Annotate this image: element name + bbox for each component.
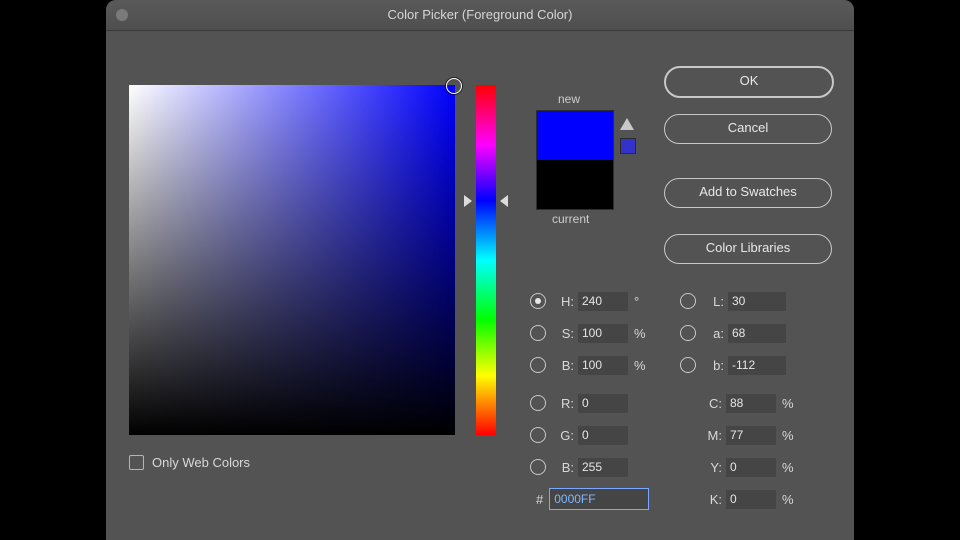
color-picker-dialog: Color Picker (Foreground Color) new curr… xyxy=(106,0,854,540)
close-icon[interactable] xyxy=(116,9,128,21)
brightness-row: B: % xyxy=(530,354,646,376)
saturation-unit: % xyxy=(634,326,646,341)
hue-slider[interactable] xyxy=(476,85,496,435)
only-web-colors-checkbox[interactable]: Only Web Colors xyxy=(129,455,250,470)
saturation-input[interactable] xyxy=(578,324,628,343)
hue-input[interactable] xyxy=(578,292,628,311)
lab-b-radio[interactable] xyxy=(680,357,696,373)
green-radio[interactable] xyxy=(530,427,546,443)
blue-input[interactable] xyxy=(578,458,628,477)
lab-a-label: a: xyxy=(702,326,724,341)
lab-b-label: b: xyxy=(702,358,724,373)
yellow-unit: % xyxy=(782,460,794,475)
brightness-label: B: xyxy=(552,358,574,373)
ok-button[interactable]: OK xyxy=(664,66,834,98)
magenta-unit: % xyxy=(782,428,794,443)
yellow-input[interactable] xyxy=(726,458,776,477)
new-color-swatch[interactable] xyxy=(537,111,613,160)
gamut-warning-swatch[interactable] xyxy=(620,138,636,154)
lab-l-input[interactable] xyxy=(728,292,786,311)
yellow-row: Y: % xyxy=(700,456,794,478)
hue-row: H: ° xyxy=(530,290,639,312)
lab-l-radio[interactable] xyxy=(680,293,696,309)
cyan-input[interactable] xyxy=(726,394,776,413)
green-input[interactable] xyxy=(578,426,628,445)
cyan-unit: % xyxy=(782,396,794,411)
hue-label: H: xyxy=(552,294,574,309)
black-unit: % xyxy=(782,492,794,507)
cancel-button[interactable]: Cancel xyxy=(664,114,832,144)
saturation-row: S: % xyxy=(530,322,646,344)
lab-l-row: L: xyxy=(680,290,786,312)
only-web-colors-label: Only Web Colors xyxy=(152,455,250,470)
cyan-row: C: % xyxy=(700,392,794,414)
black-input[interactable] xyxy=(726,490,776,509)
brightness-unit: % xyxy=(634,358,646,373)
red-input[interactable] xyxy=(578,394,628,413)
lab-a-input[interactable] xyxy=(728,324,786,343)
lab-l-label: L: xyxy=(702,294,724,309)
hue-unit: ° xyxy=(634,294,639,309)
saturation-radio[interactable] xyxy=(530,325,546,341)
lab-b-row: b: xyxy=(680,354,786,376)
color-libraries-button[interactable]: Color Libraries xyxy=(664,234,832,264)
cyan-label: C: xyxy=(700,396,722,411)
hue-handle-left-icon[interactable] xyxy=(464,195,472,207)
brightness-radio[interactable] xyxy=(530,357,546,373)
current-color-label: current xyxy=(552,212,589,226)
hue-handle-right-icon[interactable] xyxy=(500,195,508,207)
green-label: G: xyxy=(552,428,574,443)
lab-a-radio[interactable] xyxy=(680,325,696,341)
current-color-swatch[interactable] xyxy=(537,160,613,209)
yellow-label: Y: xyxy=(700,460,722,475)
color-preview-box xyxy=(536,110,614,210)
green-row: G: xyxy=(530,424,628,446)
dialog-title: Color Picker (Foreground Color) xyxy=(388,7,573,22)
hue-radio[interactable] xyxy=(530,293,546,309)
brightness-input[interactable] xyxy=(578,356,628,375)
red-row: R: xyxy=(530,392,628,414)
gamut-warning-icon[interactable] xyxy=(620,118,634,130)
checkbox-icon[interactable] xyxy=(129,455,144,470)
dialog-titlebar[interactable]: Color Picker (Foreground Color) xyxy=(106,0,854,31)
blue-label: B: xyxy=(552,460,574,475)
sb-value-gradient xyxy=(129,85,455,435)
sb-cursor-icon[interactable] xyxy=(446,78,462,94)
saturation-brightness-field[interactable] xyxy=(129,85,455,435)
black-label: K: xyxy=(700,492,722,507)
hex-row: # xyxy=(536,488,649,510)
add-to-swatches-button[interactable]: Add to Swatches xyxy=(664,178,832,208)
blue-row: B: xyxy=(530,456,628,478)
red-label: R: xyxy=(552,396,574,411)
magenta-input[interactable] xyxy=(726,426,776,445)
magenta-label: M: xyxy=(700,428,722,443)
lab-b-input[interactable] xyxy=(728,356,786,375)
blue-radio[interactable] xyxy=(530,459,546,475)
magenta-row: M: % xyxy=(700,424,794,446)
saturation-label: S: xyxy=(552,326,574,341)
red-radio[interactable] xyxy=(530,395,546,411)
dialog-body: new current OK Cancel Add to Swatches Co… xyxy=(106,30,854,540)
hex-input[interactable] xyxy=(549,488,649,510)
lab-a-row: a: xyxy=(680,322,786,344)
hex-hash-label: # xyxy=(536,492,543,507)
new-color-label: new xyxy=(558,92,580,106)
black-row: K: % xyxy=(700,488,794,510)
